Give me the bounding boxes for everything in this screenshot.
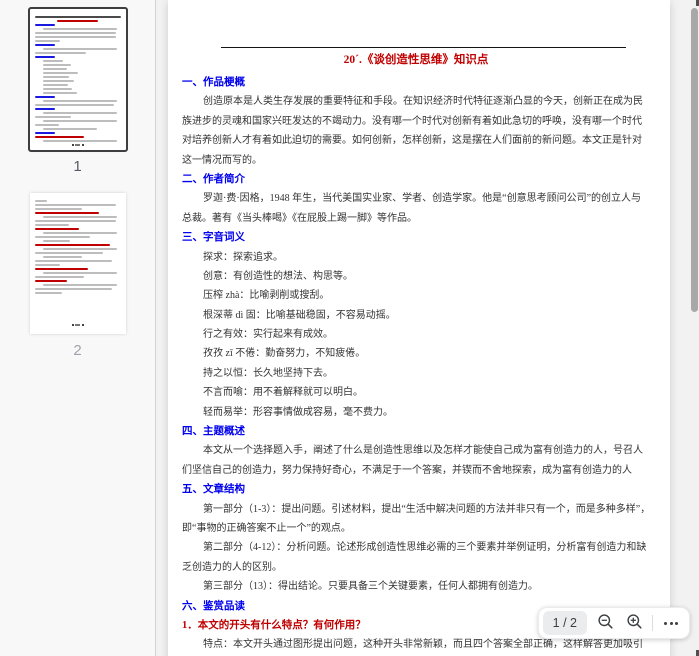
- page-thumbnail-2[interactable]: [30, 193, 126, 334]
- zoom-in-button[interactable]: [623, 611, 645, 635]
- vertical-scrollbar[interactable]: [690, 0, 699, 656]
- document-line: 行之有效：实行起来有成效。: [182, 325, 650, 344]
- document-line: 第一部分（1-3）：提出问题。引述材料，提出“生活中解决问题的方法并非只有一个，…: [182, 500, 650, 519]
- thumbnail-text-line: [35, 323, 121, 327]
- document-line: 轻而易举：形容事情做成容易，毫不费力。: [182, 403, 650, 422]
- document-line: 这一情况而写的。: [182, 151, 650, 170]
- document-line: 对培养创新人才有着如此迫切的需要。如何创新，怎样创新，这是摆在人们面前的新问题。…: [182, 131, 650, 150]
- thumbnail-list: 12: [0, 0, 155, 377]
- document-line: 们坚信自己的创造力，努力保持好奇心，不满足于一个答案，并锲而不舍地探索，成为富有…: [182, 461, 650, 480]
- document-line: 根深蒂 dì 固：比喻基础稳固，不容易动摇。: [182, 306, 650, 325]
- magnifier-minus-icon: [597, 613, 614, 633]
- document-line: 压榨 zhà：比喻剥削或搜刮。: [182, 286, 650, 305]
- document-line: 乏创造力的人的区别。: [182, 558, 650, 577]
- thumbnail-page-number: 2: [73, 342, 81, 359]
- document-line: 族进步的灵魂和国家兴旺发达的不竭动力。没有哪一个时代对创新有着如此急切的呼唤，没…: [182, 112, 650, 131]
- section-heading: 二、作者简介: [182, 170, 650, 189]
- section-heading: 一、作品梗概: [182, 73, 650, 92]
- more-options-button[interactable]: [660, 611, 682, 635]
- scrollbar-thumb[interactable]: [691, 8, 698, 312]
- pdf-viewer-window: 12 20ˊ.《谈创造性思维》知识点一、作品梗概创造原本是人类生存发展的重要特征…: [0, 0, 699, 656]
- zoom-out-button[interactable]: [594, 611, 616, 635]
- document-line: 孜孜 zī 不倦：勤奋努力，不知疲倦。: [182, 344, 650, 363]
- floating-toolbar: 1 / 2: [538, 607, 690, 639]
- section-heading: 五、文章结构: [182, 480, 650, 499]
- document-line: 探求：探索追求。: [182, 248, 650, 267]
- page-thumbnail-1[interactable]: [30, 9, 126, 150]
- document-line: 持之以恒：长久地坚持下去。: [182, 364, 650, 383]
- document-line: 即“事物的正确答案不止一个”的观点。: [182, 519, 650, 538]
- document-title: 20ˊ.《谈创造性思维》知识点: [182, 48, 650, 73]
- thumbnail-sidebar: 12: [0, 0, 156, 656]
- document-content: 20ˊ.《谈创造性思维》知识点一、作品梗概创造原本是人类生存发展的重要特征和手段…: [168, 48, 670, 655]
- ellipsis-icon: [664, 622, 678, 625]
- document-line: 本文从一个选择题入手，阐述了什么是创造性思维以及怎样才能使自己成为富有创造力的人…: [182, 441, 650, 460]
- thumbnail-page-number: 1: [73, 158, 81, 175]
- document-line: 不言而喻：用不着解释就可以明白。: [182, 383, 650, 402]
- section-heading: 三、字音词义: [182, 228, 650, 247]
- document-line: 创意：有创造性的想法、构思等。: [182, 267, 650, 286]
- section-heading: 四、主题概述: [182, 422, 650, 441]
- page-indicator[interactable]: 1 / 2: [543, 611, 587, 635]
- thumbnail-text-line: [35, 143, 121, 147]
- document-line: 第三部分（13）：得出结论。只要具备三个关键要素，任何人都拥有创造力。: [182, 577, 650, 596]
- document-line: 罗迦·费·因格，1948 年生，当代美国实业家、学者、创造学家。他是“创意思考顾…: [182, 189, 650, 208]
- magnifier-plus-icon: [626, 613, 643, 633]
- toolbar-divider: [652, 615, 653, 631]
- document-page: 20ˊ.《谈创造性思维》知识点一、作品梗概创造原本是人类生存发展的重要特征和手段…: [168, 0, 670, 656]
- document-line: 第二部分（4-12）：分析问题。论述形成创造性思维必需的三个要素并举例证明，分析…: [182, 538, 650, 557]
- document-line: 创造原本是人类生存发展的重要特征和手段。在知识经济时代特征逐渐凸显的今天，创新正…: [182, 92, 650, 111]
- document-line: 总裁。著有《当头棒喝》《在屁股上踢一脚》等作品。: [182, 209, 650, 228]
